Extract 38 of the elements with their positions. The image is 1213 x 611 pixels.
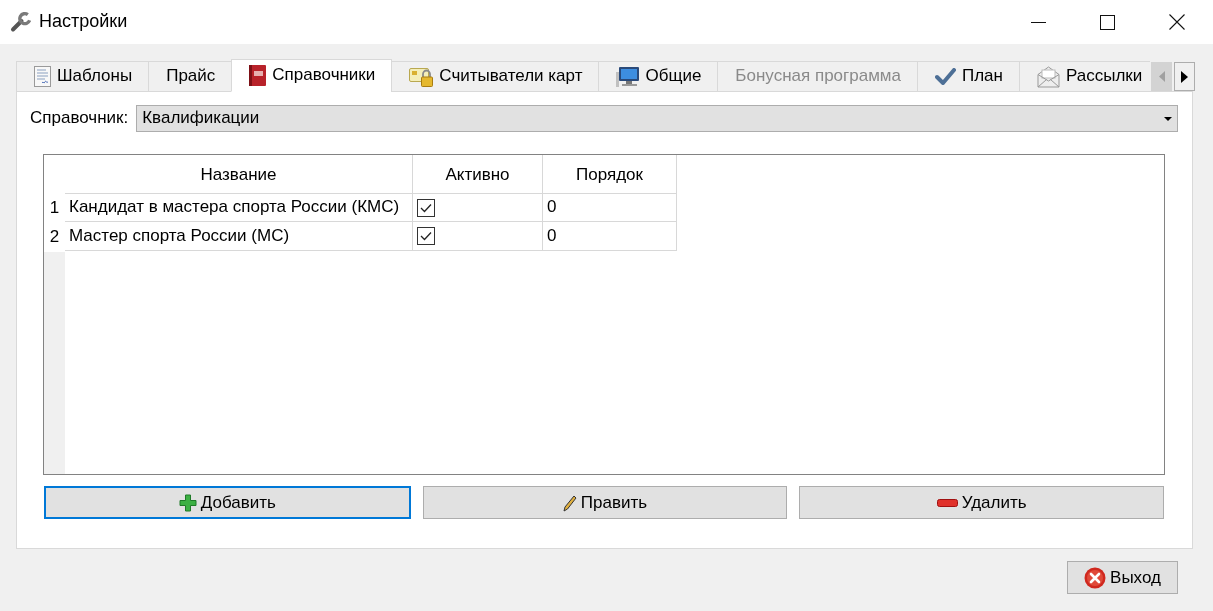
column-header: Название (65, 155, 413, 193)
caret-icon (1164, 116, 1172, 121)
row-number: 2 (48, 226, 61, 249)
left-arrow-icon (1158, 71, 1165, 82)
tab-scroll-right-button[interactable] (1174, 62, 1195, 91)
right-arrow-icon (1181, 70, 1188, 83)
directory-dropdown[interactable]: Квалификации (136, 105, 1178, 132)
check-icon (935, 68, 956, 85)
checkbox[interactable] (417, 227, 435, 245)
close-icon[interactable] (1169, 14, 1185, 30)
card-lock-icon (409, 66, 434, 87)
add-button[interactable]: Добавить (44, 486, 411, 519)
monitor-icon (616, 66, 640, 87)
table-cell: 0 (543, 222, 677, 251)
minus-icon (936, 499, 958, 507)
column-header: Порядок (543, 155, 677, 193)
window-title: Настройки (39, 11, 128, 33)
table-cell: Мастер спорта России (МС) (65, 222, 413, 251)
checkbox[interactable] (417, 198, 435, 217)
edit-button[interactable]: Править (422, 486, 788, 519)
table-cell: Кандидат в мастера спорта России (КМС) (65, 193, 413, 222)
pencil-icon (562, 494, 577, 512)
book-icon (249, 65, 267, 86)
column-header: Активно (413, 155, 543, 193)
tab[interactable]: Справочники (231, 59, 393, 92)
maximize-icon[interactable] (1100, 14, 1115, 30)
row-number: 1 (48, 197, 61, 220)
table-cell: 0 (543, 193, 677, 222)
close-circle-icon (1084, 567, 1107, 589)
directory-label: Справочник: (30, 108, 129, 129)
tab[interactable]: Считыватели карт (391, 61, 600, 92)
envelope-icon (1036, 65, 1060, 88)
document-icon (34, 66, 51, 87)
wrench-icon (9, 11, 31, 33)
tab[interactable]: Шаблоны (16, 61, 150, 92)
exit-button[interactable]: Выход (1067, 561, 1178, 594)
delete-button[interactable]: Удалить (799, 486, 1164, 519)
plus-icon (178, 494, 197, 512)
